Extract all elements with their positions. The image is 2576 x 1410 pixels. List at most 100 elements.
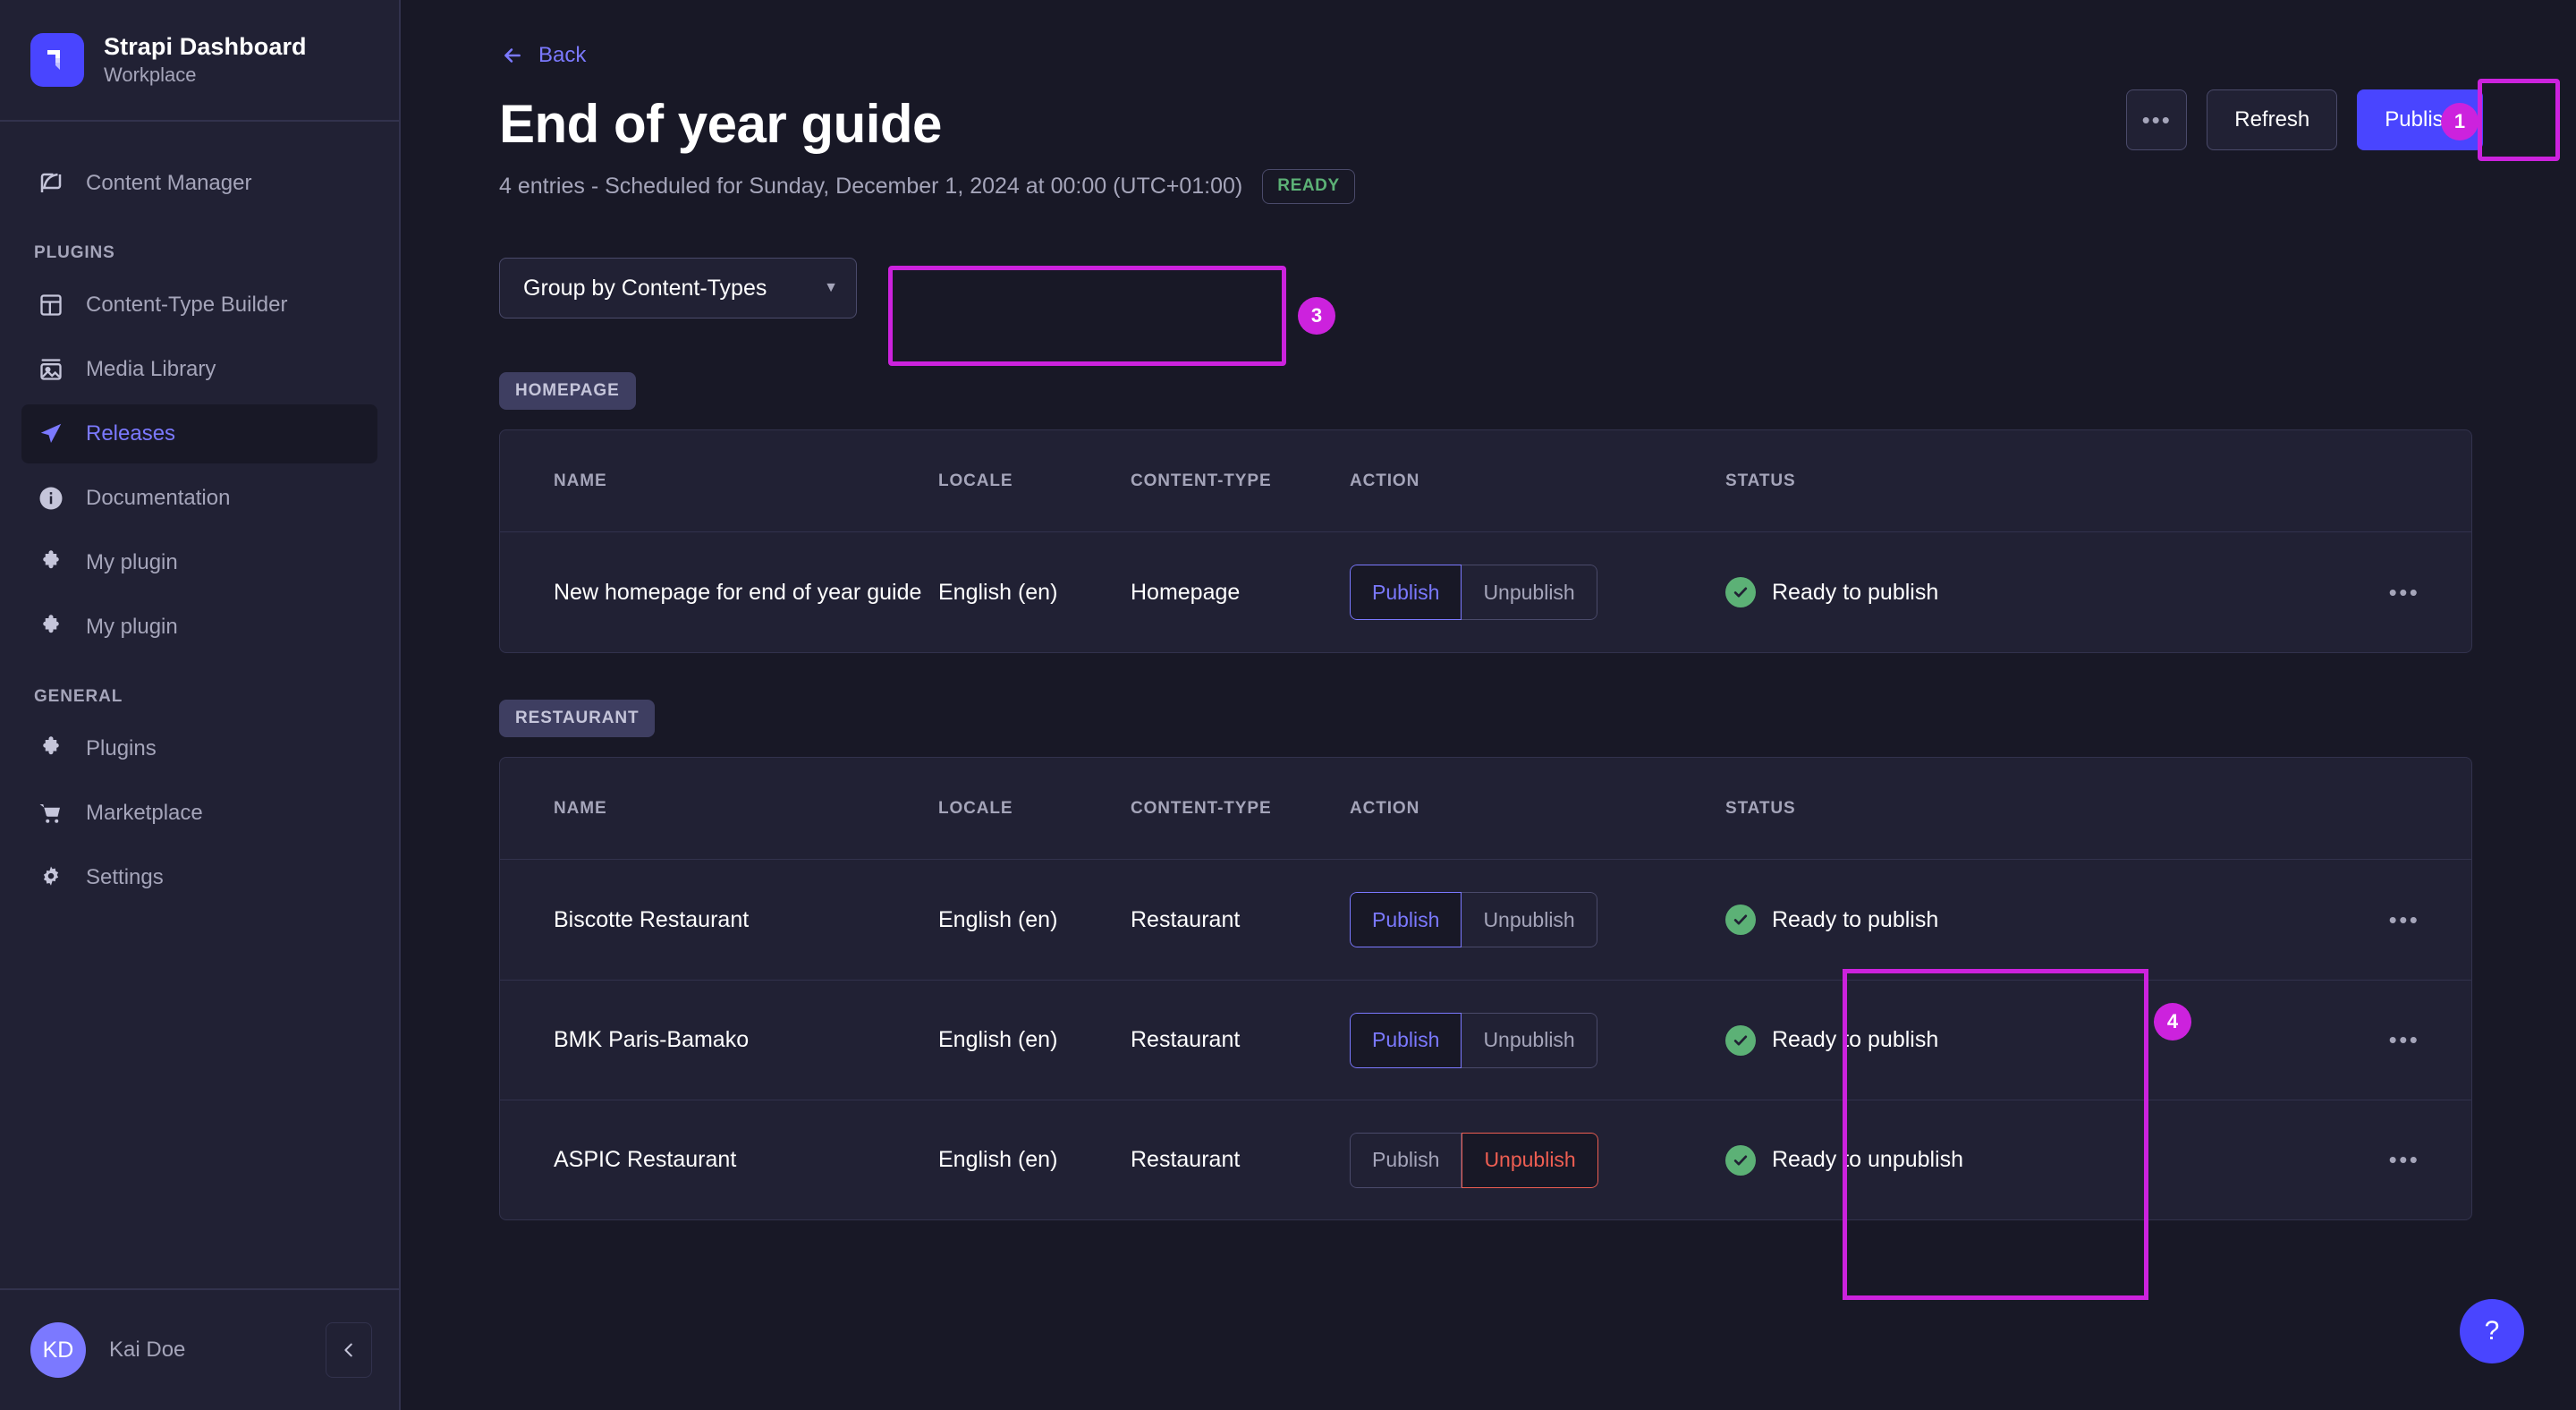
chevron-left-icon <box>344 1343 352 1357</box>
cell-name: ASPIC Restaurant <box>554 1147 737 1172</box>
content-group-homepage: HOMEPAGE NAME LOCALE CONTENT-TYPE ACTION… <box>499 372 2576 653</box>
brand-title: Strapi Dashboard <box>104 33 307 60</box>
sidebar-item-content-manager[interactable]: Content Manager <box>21 154 377 213</box>
row-action-toggle-group: Publish Unpublish <box>1350 1132 1598 1188</box>
row-overflow-menu[interactable]: ••• <box>2389 906 2420 934</box>
sidebar-item-my-plugin-1[interactable]: My plugin <box>21 533 377 592</box>
sidebar-item-label: Marketplace <box>86 801 203 825</box>
cell-name: New homepage for end of year guide <box>554 579 922 605</box>
row-action-toggle-group: Publish Unpublish <box>1350 892 1597 947</box>
table-row: ASPIC Restaurant English (en) Restaurant… <box>500 1100 2471 1219</box>
row-unpublish-button[interactable]: Unpublish <box>1462 892 1597 947</box>
sidebar-item-releases[interactable]: Releases <box>21 404 377 463</box>
cell-action: Publish Unpublish <box>1350 892 1725 947</box>
cell-locale: English (en) <box>938 1147 1058 1172</box>
sidebar-item-settings[interactable]: Settings <box>21 848 377 907</box>
row-publish-button[interactable]: Publish <box>1350 1012 1462 1068</box>
check-circle-icon <box>1725 1144 1756 1176</box>
sidebar-item-content-type-builder[interactable]: Content-Type Builder <box>21 276 377 335</box>
table-row: Biscotte Restaurant English (en) Restaur… <box>500 860 2471 980</box>
entries-table: NAME LOCALE CONTENT-TYPE ACTION STATUS N… <box>499 429 2472 653</box>
help-button[interactable]: ? <box>2460 1299 2524 1363</box>
column-header-status: STATUS <box>1725 471 1796 490</box>
row-unpublish-button[interactable]: Unpublish <box>1462 565 1597 620</box>
cell-content-type: Restaurant <box>1131 906 1241 932</box>
puzzle-icon <box>36 734 66 764</box>
sidebar-item-label: Content Manager <box>86 171 252 195</box>
status-text: Ready to publish <box>1772 579 1939 605</box>
cell-content-type: Homepage <box>1131 579 1241 605</box>
sidebar-user-footer: KD Kai Doe <box>0 1288 399 1410</box>
avatar[interactable]: KD <box>30 1322 86 1378</box>
row-overflow-menu[interactable]: ••• <box>2389 579 2420 607</box>
back-nav[interactable]: Back <box>401 0 2576 68</box>
cell-name: Biscotte Restaurant <box>554 906 750 932</box>
main-content: Back End of year guide 4 entries - Sched… <box>401 0 2576 1410</box>
check-circle-icon <box>1725 905 1756 935</box>
header-actions: ••• Refresh Publish <box>2126 89 2483 150</box>
row-publish-button[interactable]: Publish <box>1350 1132 1462 1188</box>
sidebar-collapse-button[interactable] <box>326 1322 372 1378</box>
column-header-name: NAME <box>554 471 607 490</box>
column-header-locale: LOCALE <box>938 471 1013 490</box>
group-by-select[interactable]: Group by Content-Types ▼ <box>499 258 857 319</box>
cell-content-type: Restaurant <box>1131 1027 1241 1052</box>
entries-table: NAME LOCALE CONTENT-TYPE ACTION STATUS B… <box>499 757 2472 1220</box>
cell-status: Ready to publish <box>1725 577 2337 607</box>
cell-locale: English (en) <box>938 1027 1058 1052</box>
group-chip: RESTAURANT <box>499 700 656 737</box>
sidebar-item-media-library[interactable]: Media Library <box>21 340 377 399</box>
cell-status: Ready to publish <box>1725 1024 2337 1056</box>
sidebar-item-label: Content-Type Builder <box>86 293 288 317</box>
back-label[interactable]: Back <box>538 43 586 68</box>
paper-plane-icon <box>36 419 66 449</box>
sidebar-nav: Content Manager PLUGINS Content-Type Bui… <box>0 122 399 1288</box>
info-circle-icon <box>36 483 66 514</box>
more-actions-button[interactable]: ••• <box>2126 89 2188 150</box>
toolbar: Group by Content-Types ▼ <box>401 204 2576 319</box>
column-header-locale: LOCALE <box>938 798 1013 818</box>
cell-action: Publish Unpublish <box>1350 565 1725 620</box>
row-action-toggle-group: Publish Unpublish <box>1350 565 1597 620</box>
refresh-button[interactable]: Refresh <box>2207 89 2338 150</box>
sidebar-item-label: Media Library <box>86 357 216 381</box>
annotation-marker-1: 1 <box>2441 103 2479 140</box>
sidebar-item-plugins[interactable]: Plugins <box>21 719 377 778</box>
row-unpublish-button[interactable]: Unpublish <box>1462 1012 1597 1068</box>
sidebar-item-label: My plugin <box>86 615 178 639</box>
table-header-row: NAME LOCALE CONTENT-TYPE ACTION STATUS <box>500 430 2471 532</box>
app-root: Strapi Dashboard Workplace Content Manag… <box>0 0 2576 1410</box>
row-action-toggle-group: Publish Unpublish <box>1350 1012 1597 1068</box>
cell-name: BMK Paris-Bamako <box>554 1027 750 1052</box>
row-publish-button[interactable]: Publish <box>1350 565 1462 620</box>
sidebar-item-my-plugin-2[interactable]: My plugin <box>21 598 377 657</box>
cell-locale: English (en) <box>938 579 1058 605</box>
question-mark-icon: ? <box>2484 1316 2500 1346</box>
column-header-status: STATUS <box>1725 798 1796 818</box>
row-publish-button[interactable]: Publish <box>1350 892 1462 947</box>
column-header-content-type: CONTENT-TYPE <box>1131 471 1272 490</box>
chevron-down-icon: ▼ <box>824 280 838 295</box>
sidebar-item-label: My plugin <box>86 550 178 574</box>
sidebar: Strapi Dashboard Workplace Content Manag… <box>0 0 401 1410</box>
page-subtitle: 4 entries - Scheduled for Sunday, Decemb… <box>499 174 1243 199</box>
group-by-value: Group by Content-Types <box>523 275 767 301</box>
sidebar-item-documentation[interactable]: Documentation <box>21 469 377 528</box>
sidebar-item-marketplace[interactable]: Marketplace <box>21 784 377 843</box>
brand-subtitle: Workplace <box>104 64 197 86</box>
annotation-marker-3: 3 <box>1298 297 1335 335</box>
releases-content: HOMEPAGE NAME LOCALE CONTENT-TYPE ACTION… <box>401 319 2576 1220</box>
puzzle-icon <box>36 612 66 642</box>
check-circle-icon <box>1725 1024 1756 1056</box>
brand-header[interactable]: Strapi Dashboard Workplace <box>0 0 399 122</box>
row-overflow-menu[interactable]: ••• <box>2389 1146 2420 1174</box>
sidebar-section-general-label: GENERAL <box>34 687 123 706</box>
row-overflow-menu[interactable]: ••• <box>2389 1026 2420 1054</box>
group-chip: HOMEPAGE <box>499 372 636 410</box>
feather-icon <box>36 168 66 199</box>
column-header-action: ACTION <box>1350 471 1420 490</box>
cell-action: Publish Unpublish <box>1350 1132 1725 1188</box>
sidebar-section-plugins-label: PLUGINS <box>34 243 115 262</box>
row-unpublish-button[interactable]: Unpublish <box>1462 1132 1598 1188</box>
cell-status: Ready to unpublish <box>1725 1144 2337 1176</box>
